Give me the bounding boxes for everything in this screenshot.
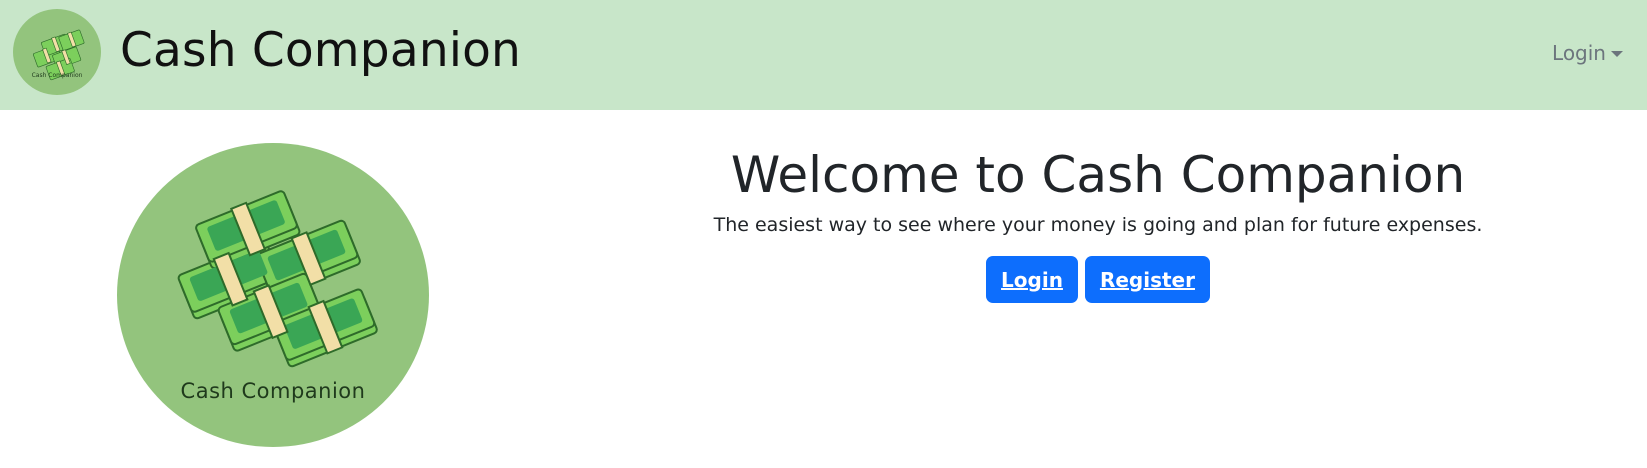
top-navbar: Cash Companion Cash Companion Login [0, 0, 1647, 110]
brand-logo-caption: Cash Companion [31, 72, 83, 79]
login-button[interactable]: Login [986, 256, 1078, 303]
money-stack-icon [33, 29, 85, 81]
login-dropdown[interactable]: Login [1552, 38, 1623, 68]
register-button[interactable]: Register [1084, 256, 1210, 303]
page-title: Welcome to Cash Companion [730, 146, 1466, 204]
cta-buttons: Login Register [646, 256, 1550, 303]
caret-down-icon [1611, 51, 1623, 57]
brand-title[interactable]: Cash Companion [120, 16, 521, 86]
login-dropdown-label: Login [1552, 41, 1606, 65]
tagline: The easiest way to see where your money … [713, 214, 1483, 236]
hero-logo-caption: Cash Companion [180, 379, 366, 403]
brand-logo[interactable]: Cash Companion [13, 9, 101, 95]
welcome-section: Welcome to Cash Companion The easiest wa… [646, 140, 1550, 303]
hero-logo: Cash Companion [117, 143, 429, 447]
